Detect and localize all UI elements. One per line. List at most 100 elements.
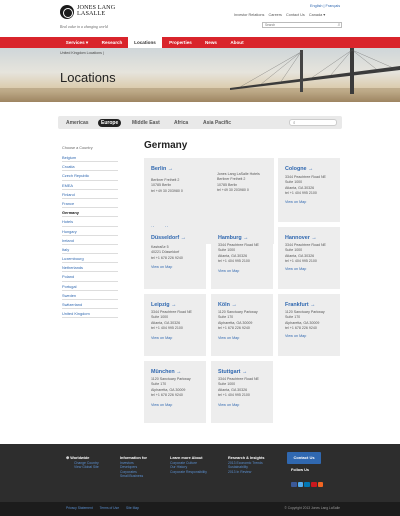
office-card-leipzig: Leipzig → 3344 Peachtree Road NE Suite 10…: [144, 294, 206, 356]
sidebar-item-czech-republic[interactable]: Czech Republic: [62, 171, 118, 181]
view-on-map-link[interactable]: View on Map: [218, 403, 239, 407]
search-icon[interactable]: ⌕: [336, 22, 342, 28]
city-link[interactable]: Köln →: [218, 302, 237, 308]
utility-links: Investor Relations Careers Contact Us Ca…: [234, 12, 328, 17]
city-link[interactable]: Berlin →: [151, 166, 173, 172]
sidebar-item-finland[interactable]: Finland: [62, 190, 118, 199]
sidebar-heading: Choose a Country: [62, 146, 93, 150]
logo-line2: LASALLE: [77, 10, 106, 18]
office-card-munchen: München → 1120 Sanctuary Parkway Suite 17…: [144, 361, 206, 423]
office-card-stuttgart: Stuttgart → 3344 Peachtree Road NE Suite …: [211, 361, 273, 423]
country-dropdown[interactable]: Canada ▾: [309, 13, 325, 17]
sidebar-item-ireland[interactable]: Ireland: [62, 236, 118, 245]
city-link[interactable]: Leipzig →: [151, 302, 176, 308]
nav-research[interactable]: Research: [96, 37, 128, 48]
city-link[interactable]: München →: [151, 369, 182, 375]
search-icon: ⌕: [293, 120, 296, 125]
nav-news[interactable]: News: [199, 37, 223, 48]
link-privacy[interactable]: Privacy Statement: [66, 506, 93, 510]
tab-africa[interactable]: Africa: [174, 119, 188, 127]
link-terms[interactable]: Terms of Use: [100, 506, 119, 510]
sidebar-item-portugal[interactable]: Portugal: [62, 282, 118, 291]
logo-icon: [60, 5, 74, 19]
contact-us-button[interactable]: Contact Us: [287, 452, 321, 464]
city-link[interactable]: Stuttgart →: [218, 369, 247, 375]
view-on-map-link[interactable]: View on Map: [285, 334, 306, 338]
tagline: Real value in a changing world: [60, 25, 108, 29]
location-search-input[interactable]: ⌕: [289, 119, 337, 126]
footer-col-information: Information for Investors Developers Cor…: [120, 456, 147, 479]
breadcrumb[interactable]: United Kingdom Locations |: [60, 51, 104, 55]
facebook-icon[interactable]: [291, 481, 297, 487]
sidebar-item-emea[interactable]: EMEA: [62, 181, 118, 190]
city-link[interactable]: Düsseldorf →: [151, 235, 186, 241]
link-contact-us[interactable]: Contact Us: [286, 13, 305, 17]
nav-services[interactable]: Services ▾: [58, 37, 96, 48]
site-header: JONES LANG LASALLE Real value in a chang…: [0, 0, 400, 37]
view-on-map-link[interactable]: View on Map: [285, 200, 306, 204]
office-card-frankfurt: Frankfurt → 1120 Sanctuary Parkway Suite …: [278, 294, 340, 356]
footer-col-learn-more: Learn more About Corporate Culture Our H…: [170, 456, 207, 474]
country-sidebar: Choose a Country Belgium Croatia Czech R…: [62, 146, 118, 319]
legal-links: Privacy Statement Terms of Use Site Map: [66, 506, 145, 510]
footer-col-worldwide: ⊕ Worldwide Change Country View Global S…: [66, 456, 99, 470]
search-input[interactable]: [262, 22, 342, 28]
tab-americas[interactable]: Americas: [66, 119, 89, 127]
sidebar-item-switzerland[interactable]: Switzerland: [62, 300, 118, 310]
sidebar-item-hungary[interactable]: Hungary: [62, 227, 118, 236]
follow-us-label: Follow Us: [291, 468, 309, 472]
footer-link[interactable]: View Global Site: [66, 465, 99, 470]
tab-middle-east[interactable]: Middle East: [132, 119, 160, 127]
link-investor-relations[interactable]: Investor Relations: [234, 13, 264, 17]
tab-europe[interactable]: Europe: [98, 119, 122, 127]
view-on-map-link[interactable]: View on Map: [151, 336, 172, 340]
nav-about[interactable]: About: [223, 37, 251, 48]
sidebar-item-poland[interactable]: Poland: [62, 272, 118, 282]
hero-banner: United Kingdom Locations | Locations: [0, 48, 400, 102]
city-link[interactable]: Hamburg →: [218, 235, 249, 241]
footer-link[interactable]: Corporate Responsibility: [170, 470, 207, 475]
main-nav: Services ▾ Research Locations Properties…: [0, 37, 400, 48]
country-heading: Germany: [144, 140, 188, 151]
view-on-map-link[interactable]: View on Map: [285, 267, 306, 271]
view-on-map-link[interactable]: View on Map: [218, 336, 239, 340]
page-title: Locations: [60, 70, 116, 85]
office-card-cologne: Cologne → 3344 Peachtree Road NE Suite 10…: [278, 158, 340, 222]
nav-locations[interactable]: Locations: [128, 37, 162, 48]
footer-link[interactable]: Small Business: [120, 474, 147, 479]
view-on-map-link[interactable]: View on Map: [151, 403, 172, 407]
office-card-dusseldorf: Düsseldorf → Kastraße 5 40221 Düsseldorf t…: [144, 227, 206, 289]
sidebar-item-france[interactable]: France: [62, 199, 118, 209]
sidebar-item-belgium[interactable]: Belgium: [62, 153, 118, 163]
company-logo[interactable]: JONES LANG LASALLE Real value in a chang…: [60, 4, 150, 31]
rss-icon[interactable]: [317, 481, 324, 487]
view-on-map-link[interactable]: View on Map: [218, 269, 239, 273]
social-icons: [291, 474, 324, 487]
sidebar-item-luxembourg[interactable]: Luxembourg: [62, 254, 118, 264]
sidebar-item-italy[interactable]: Italy: [62, 245, 118, 255]
twitter-icon[interactable]: [297, 481, 304, 487]
sidebar-item-croatia[interactable]: Croatia: [62, 162, 118, 172]
sidebar-item-netherlands[interactable]: Netherlands: [62, 263, 118, 273]
sidebar-item-sweden[interactable]: Sweden: [62, 291, 118, 300]
office-card-hamburg: Hamburg → 3344 Peachtree Road NE Suite 10…: [211, 227, 273, 289]
office-card-koln: Köln → 1120 Sanctuary Parkway Suite 170 Al…: [211, 294, 273, 356]
sidebar-item-hotels[interactable]: Hotels: [62, 217, 118, 227]
language-switch[interactable]: English | Français: [310, 4, 340, 8]
tab-asia-pacific[interactable]: Asia Pacific: [203, 119, 231, 127]
nav-properties[interactable]: Properties: [162, 37, 199, 48]
linkedin-icon[interactable]: [304, 481, 310, 487]
view-on-map-link[interactable]: View on Map: [151, 265, 172, 269]
link-sitemap[interactable]: Site Map: [126, 506, 139, 510]
link-careers[interactable]: Careers: [268, 13, 282, 17]
sidebar-item-united-kingdom[interactable]: United Kingdom: [62, 309, 118, 319]
footer-bottom-bar: [0, 502, 400, 516]
city-link[interactable]: Frankfurt →: [285, 302, 316, 308]
youtube-icon[interactable]: [311, 481, 317, 487]
copyright: © Copyright 2013 Jones Lang LaSalle: [284, 506, 340, 510]
footer-link[interactable]: 2013 In Review: [228, 470, 265, 475]
city-link[interactable]: Hannover →: [285, 235, 317, 241]
city-link[interactable]: Cologne →: [285, 166, 313, 172]
sidebar-item-germany[interactable]: Germany: [62, 208, 118, 218]
office-card-hannover: Hannover → 3344 Peachtree Road NE Suite 1…: [278, 227, 340, 289]
